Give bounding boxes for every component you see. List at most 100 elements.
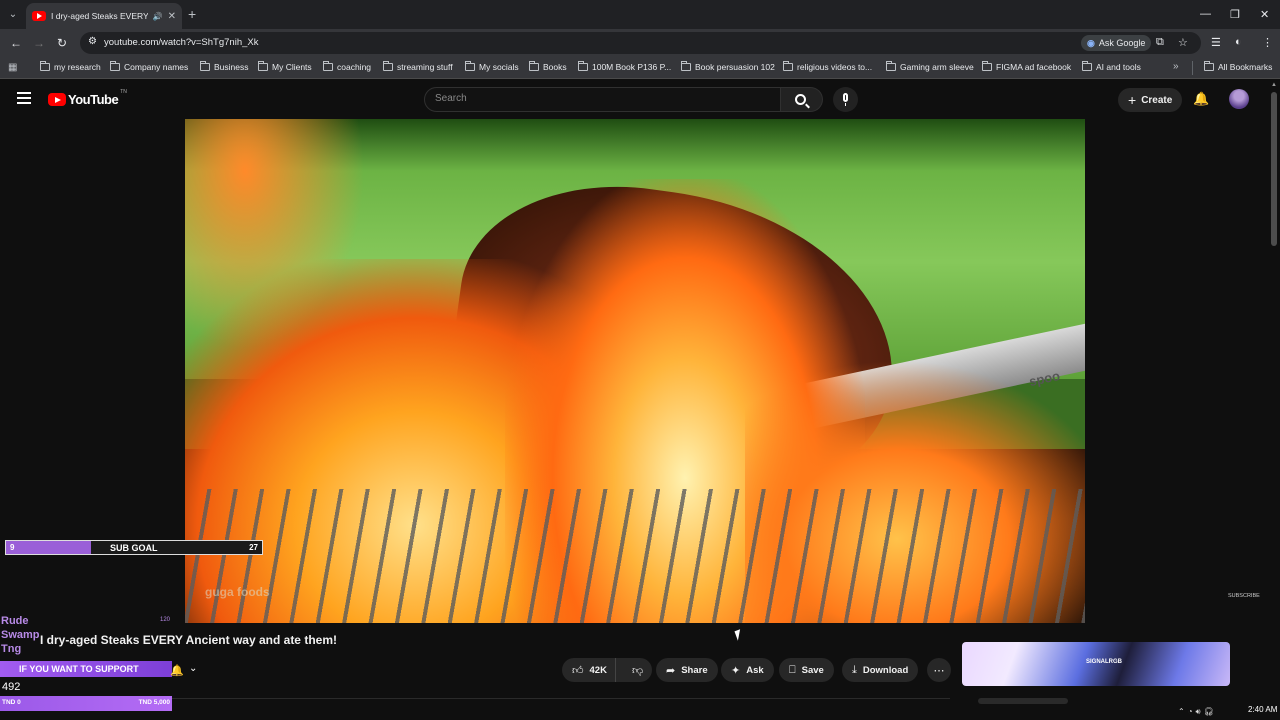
folder-icon [110,61,120,71]
bookmark-folder[interactable]: Company names [110,61,188,72]
bookmark-folder[interactable]: AI and tools [1082,61,1141,72]
search-input[interactable] [435,93,765,104]
close-window-icon[interactable]: ✕ [1260,8,1269,21]
alert-name: Rude [1,615,29,627]
voice-search-button[interactable] [833,87,858,112]
new-tab-icon[interactable]: + [188,6,196,22]
tab-search-icon[interactable]: ⌄ [5,7,21,23]
notifications-bell-icon[interactable]: 🔔 [1193,91,1209,107]
bookmark-icon: ⎕ [789,663,796,676]
bookmark-folder[interactable]: FIGMA ad facebook [982,61,1071,72]
like-button[interactable]: 👍︎ 42K [562,658,616,682]
site-info-icon[interactable]: ⚙ [88,36,97,47]
hamburger-menu-icon[interactable] [17,92,31,104]
plus-icon: + [1128,92,1137,108]
avatar[interactable] [1229,89,1249,109]
folder-icon [258,61,268,71]
apps-grid-icon[interactable]: ▦ [8,62,17,73]
share-icon: ➦ [666,664,676,677]
support-progress-bar: TND 0 TND 5,000 [0,696,172,711]
ask-google-button[interactable]: ◉ Ask Google [1081,35,1152,51]
bookmark-folder[interactable]: coaching [323,61,371,72]
bookmarks-overflow-icon[interactable]: » [1173,61,1179,72]
page-scrollbar[interactable]: ▲ [1268,80,1280,720]
sparkle-icon: ✦ [731,664,741,677]
browser-toolbar: ← → ↻ ⚙ youtube.com/watch?v=ShTg7nih_Xk … [0,29,1280,57]
folder-icon [200,61,210,71]
bookmark-folder[interactable]: my research [40,61,101,72]
bookmark-folder[interactable]: Business [200,61,249,72]
bookmark-folder[interactable]: 100M Book P136 P... [578,61,671,72]
subscription-bell-icon[interactable]: 🔔 [170,664,184,677]
restore-icon[interactable]: ❐ [1230,8,1240,21]
install-app-icon[interactable]: ⧉ [1156,36,1164,49]
bookmark-folder[interactable]: Gaming arm sleeve [886,61,974,72]
folder-icon [465,61,475,71]
tab-groups-icon[interactable]: ☰ [1211,36,1221,49]
scroll-up-icon[interactable]: ▲ [1271,82,1277,88]
search-button[interactable] [781,87,823,112]
dislike-button[interactable]: 👎︎ [622,658,653,682]
url-text[interactable]: youtube.com/watch?v=ShTg7nih_Xk [104,37,258,48]
donation-overlay: IF YOU WANT TO SUPPORT 492 TND 0 TND 5,0… [0,661,172,714]
bookmarks-divider [1192,61,1193,75]
forward-icon[interactable]: → [33,36,45,50]
tray-chevron-icon[interactable]: ⌃ [1178,707,1185,716]
youtube-logo[interactable]: YouTube TN [48,89,127,107]
back-icon[interactable]: ← [10,36,22,50]
video-title: I dry-aged Steaks EVERY Ancient way and … [40,633,337,647]
tab-audio-icon[interactable]: 🔊 [153,12,163,21]
save-button[interactable]: ⎕ Save [779,658,834,682]
folder-icon [323,61,333,71]
bookmark-star-icon[interactable]: ☆ [1178,36,1188,49]
scroll-thumb[interactable] [1271,92,1277,246]
folder-icon [681,61,691,71]
tray-app-icon[interactable]: ◔ [1188,707,1193,716]
browser-tab[interactable]: I dry-aged Steaks EVERY Ancient way and … [26,3,182,29]
ask-google-label: Ask Google [1098,38,1146,48]
create-button[interactable]: + Create [1118,88,1183,112]
download-button[interactable]: ⤓ Download [842,658,919,682]
share-button[interactable]: ➦ Share [656,658,718,682]
folder-icon [1082,61,1092,71]
folder-icon [886,61,896,71]
support-banner: IF YOU WANT TO SUPPORT [0,661,172,677]
folder-icon [1204,61,1214,71]
bookmark-folder[interactable]: Book persuasion 102 [681,61,775,72]
bookmark-folder[interactable]: religious videos to... [783,61,872,72]
support-min: TND 0 [2,699,21,706]
folder-icon [383,61,393,71]
bookmark-folder[interactable]: My Clients [258,61,312,72]
browser-menu-icon[interactable]: ⋮ [1262,36,1273,49]
address-bar[interactable]: ⚙ youtube.com/watch?v=ShTg7nih_Xk ◉ Ask … [80,32,1201,54]
subscribe-watermark[interactable]: SUBSCRIBE [1228,593,1260,600]
bookmark-folder[interactable]: My socials [465,61,519,72]
speaker-icon[interactable]: 🔊︎ [1196,707,1201,717]
video-watermark: guga foods [205,585,270,599]
sidebar-ad-banner[interactable]: SIGNALRGB [962,642,1230,686]
mouse-cursor-icon [734,629,744,641]
video-player[interactable]: guga foods spoo [185,119,1085,623]
bookmark-folder[interactable]: Books [529,61,567,72]
ask-button[interactable]: ✦ Ask [721,658,774,682]
folder-icon [578,61,588,71]
headset-icon[interactable]: 🎧︎ [1204,707,1214,716]
support-amount: 492 [2,681,21,693]
minimize-icon[interactable]: — [1200,8,1211,20]
thumbs-up-icon: 👍︎ [572,664,584,677]
tab-title: I dry-aged Steaks EVERY Ancient way and … [51,11,148,21]
extensions-icon[interactable]: ◐ [1235,36,1242,48]
more-actions-button[interactable]: ⋯ [927,658,951,682]
search-box [424,87,781,112]
reload-icon[interactable]: ↻ [57,36,67,50]
like-dislike-group: 👍︎ 42K 👎︎ [562,658,652,682]
like-count: 42K [589,664,607,676]
bookmark-folder[interactable]: streaming stuff [383,61,453,72]
folder-icon [982,61,992,71]
alert-count: 120 [160,617,171,623]
all-bookmarks-button[interactable]: All Bookmarks [1204,61,1272,72]
sub-goal-current: 9 [10,543,15,552]
tab-close-icon[interactable]: ✕ [168,11,176,22]
grill-grate [185,489,1085,623]
chevron-down-icon[interactable]: ⌄ [189,663,197,674]
